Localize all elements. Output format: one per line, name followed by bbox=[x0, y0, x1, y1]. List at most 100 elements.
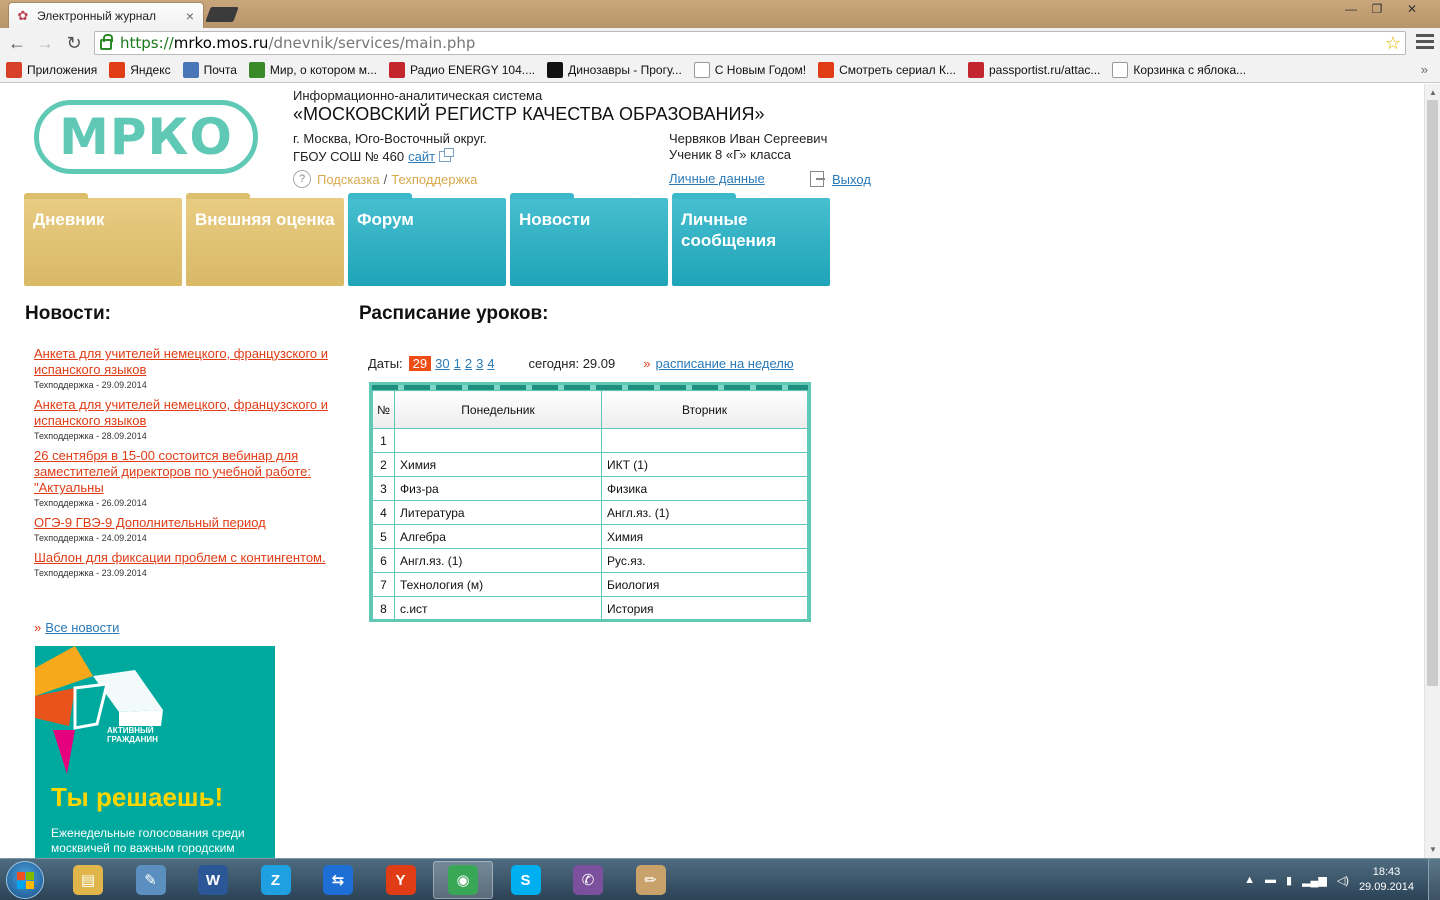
nav-tab-messages[interactable]: Личные сообщения bbox=[672, 193, 830, 286]
taskbar-app[interactable]: Z bbox=[246, 861, 306, 899]
taskbar-app[interactable]: ▤ bbox=[58, 861, 118, 899]
volume-icon[interactable]: ◁) bbox=[1337, 874, 1349, 887]
zello-icon: Z bbox=[260, 865, 291, 895]
guitar-icon bbox=[388, 62, 405, 78]
lesson-number: 4 bbox=[372, 500, 395, 525]
bookmark-item[interactable]: Корзинка с яблока... bbox=[1112, 62, 1246, 78]
news-item: 26 сентября в 15-00 состоится вебинар дл… bbox=[34, 448, 356, 508]
forward-arrow-icon[interactable]: → bbox=[34, 33, 56, 53]
taskbar-app[interactable]: S bbox=[496, 861, 556, 899]
nav-tab-diary[interactable]: Дневник bbox=[24, 193, 182, 286]
all-news: » Все новости bbox=[34, 620, 120, 635]
week-schedule-link[interactable]: расписание на неделю bbox=[655, 356, 793, 371]
bookmarks-overflow-icon[interactable]: » bbox=[1421, 62, 1428, 77]
news-title-link[interactable]: Анкета для учителей немецкого, французск… bbox=[34, 346, 356, 378]
news-title-link[interactable]: Анкета для учителей немецкого, французск… bbox=[34, 397, 356, 429]
url-text: https://mrko.mos.ru/dnevnik/services/mai… bbox=[120, 34, 476, 52]
address-bar[interactable]: https://mrko.mos.ru/dnevnik/services/mai… bbox=[94, 31, 1406, 55]
mrko-logo[interactable]: МРКО bbox=[34, 100, 258, 174]
news-item: Шаблон для фиксации проблем с контингент… bbox=[34, 550, 356, 578]
banner-brand: АКТИВНЫЙ ГРАЖДАНИН bbox=[107, 726, 158, 744]
taskbar-app[interactable]: ✏ bbox=[621, 861, 681, 899]
show-desktop-button[interactable] bbox=[1428, 859, 1440, 900]
clock[interactable]: 18:43 29.09.2014 bbox=[1359, 865, 1414, 895]
monday-lesson: Химия bbox=[394, 452, 602, 477]
tray-expand-icon[interactable]: ▲ bbox=[1244, 874, 1255, 886]
nav-tab-news[interactable]: Новости bbox=[510, 193, 668, 286]
table-row: 7 Технология (м) Биология bbox=[372, 572, 808, 597]
nav-tab-external-assessment[interactable]: Внешняя оценка bbox=[186, 193, 344, 286]
news-item: Анкета для учителей немецкого, французск… bbox=[34, 346, 356, 390]
schedule-heading: Расписание уроков: bbox=[359, 303, 549, 324]
reload-icon[interactable]: ↻ bbox=[63, 33, 85, 53]
start-button[interactable] bbox=[6, 861, 44, 899]
monday-lesson: Физ-ра bbox=[394, 476, 602, 501]
lock-icon bbox=[100, 33, 113, 50]
bookmark-item[interactable]: Радио ENERGY 104.... bbox=[388, 62, 535, 78]
hint-link[interactable]: Подсказка bbox=[317, 172, 380, 187]
scroll-down-icon[interactable]: ▼ bbox=[1429, 845, 1437, 854]
bookmark-item[interactable]: Яндекс bbox=[109, 62, 171, 78]
taskbar-app[interactable]: Y bbox=[371, 861, 431, 899]
news-meta: Техподдержка - 23.09.2014 bbox=[34, 568, 147, 578]
support-link[interactable]: Техподдержка bbox=[391, 172, 477, 187]
back-arrow-icon[interactable]: ← bbox=[6, 33, 28, 53]
all-news-link[interactable]: Все новости bbox=[45, 620, 119, 635]
minimize-icon[interactable]: — bbox=[1338, 0, 1364, 18]
question-icon: ? bbox=[293, 170, 311, 188]
date-link[interactable]: 2 bbox=[465, 356, 472, 371]
news-meta: Техподдержка - 26.09.2014 bbox=[34, 498, 147, 508]
bookmark-item[interactable]: passportist.ru/attac... bbox=[968, 62, 1100, 78]
org-subtitle: Информационно-аналитическая система bbox=[293, 88, 543, 103]
lesson-number: 1 bbox=[372, 428, 395, 453]
personal-data-link[interactable]: Личные данные bbox=[669, 171, 765, 186]
taskbar-app[interactable]: ✆ bbox=[558, 861, 618, 899]
date-link[interactable]: 1 bbox=[454, 356, 461, 371]
active-citizen-banner[interactable]: АКТИВНЫЙ ГРАЖДАНИН Ты решаешь! Еженедель… bbox=[35, 646, 275, 858]
logout-link[interactable]: Выход bbox=[810, 171, 871, 187]
user-name: Червяков Иван Сергеевич bbox=[669, 131, 828, 146]
taskbar-app[interactable]: ✎ bbox=[121, 861, 181, 899]
new-tab-button[interactable] bbox=[205, 7, 239, 22]
user-class: Ученик 8 «Г» класса bbox=[669, 147, 791, 162]
taskbar-app[interactable]: ◉ bbox=[433, 861, 493, 899]
school-site-link[interactable]: сайт bbox=[408, 149, 435, 164]
bookmark-item[interactable]: Мир, о котором м... bbox=[248, 62, 377, 78]
nav-tab-forum[interactable]: Форум bbox=[348, 193, 506, 286]
date-link[interactable]: 4 bbox=[487, 356, 494, 371]
date-link[interactable]: 29 bbox=[408, 356, 432, 371]
scroll-up-icon[interactable]: ▲ bbox=[1429, 88, 1437, 97]
signal-icon[interactable]: ▂▄▆ bbox=[1302, 874, 1327, 887]
date-link[interactable]: 30 bbox=[435, 356, 449, 371]
page-scrollbar[interactable]: ▲ ▼ bbox=[1424, 84, 1440, 858]
news-meta: Техподдержка - 28.09.2014 bbox=[34, 431, 147, 441]
bookmark-star-icon[interactable]: ☆ bbox=[1385, 32, 1401, 54]
news-title-link[interactable]: 26 сентября в 15-00 состоится вебинар дл… bbox=[34, 448, 356, 496]
bookmark-item[interactable]: С Новым Годом! bbox=[693, 62, 806, 78]
bookmark-item[interactable]: Приложения bbox=[6, 62, 97, 78]
browser-tab[interactable]: ✿ Электронный журнал × bbox=[8, 2, 204, 28]
scanner-icon: ✎ bbox=[135, 865, 166, 895]
school-info: ГБОУ СОШ № 460 сайт bbox=[293, 148, 455, 164]
date-link[interactable]: 3 bbox=[476, 356, 483, 371]
tab-close-icon[interactable]: × bbox=[183, 8, 197, 24]
tab-favicon-icon: ✿ bbox=[17, 7, 29, 23]
window-close-icon[interactable]: ✕ bbox=[1390, 0, 1434, 18]
taskbar-app[interactable]: W bbox=[183, 861, 243, 899]
language-flag-icon[interactable]: ▬ bbox=[1265, 874, 1276, 886]
news-title-link[interactable]: ОГЭ-9 ГВЭ-9 Дополнительный период bbox=[34, 515, 356, 531]
tuesday-lesson bbox=[601, 428, 808, 453]
bookmark-item[interactable]: Почта bbox=[182, 62, 237, 78]
monday-lesson: Англ.яз. (1) bbox=[394, 548, 602, 573]
bookmark-item[interactable]: Смотреть сериал К... bbox=[818, 62, 956, 78]
angry-birds-icon bbox=[248, 62, 265, 78]
chrome-menu-icon[interactable] bbox=[1416, 34, 1434, 52]
explorer-icon: ▤ bbox=[73, 865, 103, 895]
taskbar-app[interactable]: ⇆ bbox=[308, 861, 368, 899]
restore-icon[interactable]: ❐ bbox=[1364, 0, 1390, 18]
network-icon[interactable]: ▮ bbox=[1286, 874, 1292, 887]
bookmark-item[interactable]: Динозавры - Прогу... bbox=[547, 62, 682, 78]
scrollbar-thumb[interactable] bbox=[1427, 100, 1438, 686]
tuesday-lesson: История bbox=[601, 596, 808, 621]
news-title-link[interactable]: Шаблон для фиксации проблем с контингент… bbox=[34, 550, 356, 566]
